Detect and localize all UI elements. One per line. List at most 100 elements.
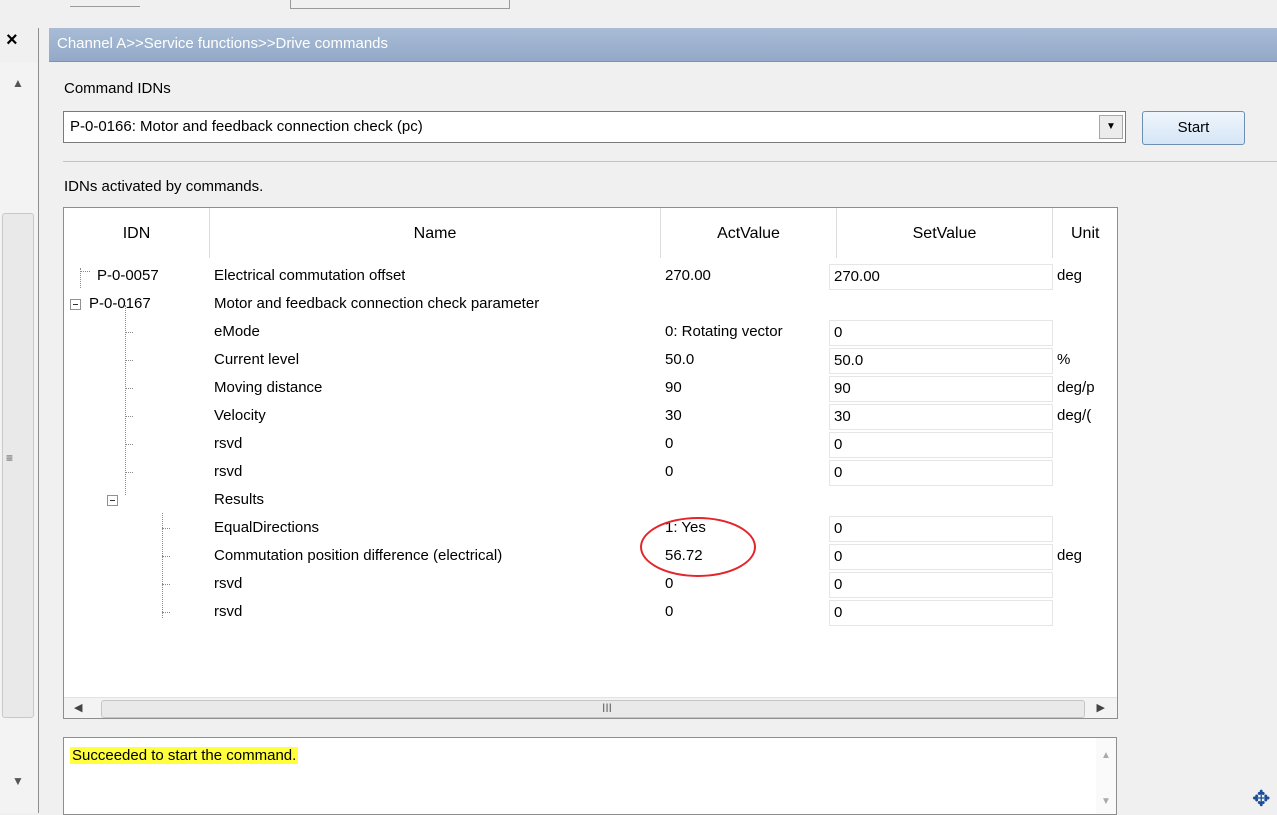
collapse-icon[interactable] <box>70 299 81 310</box>
toolbar-combo[interactable] <box>290 0 510 9</box>
actvalue-cell: 50.0 <box>665 351 695 368</box>
scroll-up-icon[interactable]: ▲ <box>1101 750 1111 761</box>
name-cell: Commutation position difference (electri… <box>214 547 503 564</box>
status-message: Succeeded to start the command. <box>70 747 299 764</box>
table-row[interactable]: rsvd 0 0 <box>64 458 1117 486</box>
name-cell: eMode <box>214 323 260 340</box>
setvalue-field[interactable]: 0 <box>829 320 1053 346</box>
name-cell: rsvd <box>214 435 243 452</box>
column-header-unit[interactable]: Unit <box>1053 208 1117 258</box>
scrollbar-thumb[interactable] <box>2 213 34 718</box>
name-cell: rsvd <box>214 575 243 592</box>
table-row[interactable]: rsvd 0 0 <box>64 570 1117 598</box>
actvalue-cell: 0 <box>665 575 674 592</box>
setvalue-field[interactable]: 0 <box>829 432 1053 458</box>
unit-cell: deg/p <box>1057 379 1095 396</box>
scroll-grip-icon: ≡ <box>6 451 14 465</box>
tree-line <box>125 388 133 389</box>
horizontal-scrollbar[interactable]: ◀ III ▶ <box>64 697 1117 718</box>
setvalue-field[interactable]: 0 <box>829 572 1053 598</box>
idn-cell: P-0-0057 <box>97 267 159 284</box>
scroll-left-icon[interactable]: ◀ <box>74 701 82 714</box>
tree-line <box>162 584 170 585</box>
toolbar-strip <box>0 0 1277 12</box>
tree-line <box>125 444 133 445</box>
column-header-actvalue[interactable]: ActValue <box>661 208 837 258</box>
name-cell: Moving distance <box>214 379 323 396</box>
setvalue-text: 270.00 <box>834 268 880 285</box>
setvalue-field[interactable]: 0 <box>829 460 1053 486</box>
name-cell: Motor and feedback connection check para… <box>214 295 540 312</box>
divider <box>38 28 39 813</box>
command-idn-value: P-0-0166: Motor and feedback connection … <box>70 118 423 135</box>
scroll-up-icon[interactable]: ▲ <box>12 76 24 90</box>
setvalue-text: 0 <box>834 576 843 593</box>
setvalue-text: 0 <box>834 548 843 565</box>
table-row[interactable]: P-0-0057 Electrical commutation offset 270… <box>64 262 1117 290</box>
setvalue-text: 0 <box>834 604 843 621</box>
table-row[interactable]: EqualDirections 1: Yes 0 <box>64 514 1117 542</box>
actvalue-cell: 0 <box>665 435 674 452</box>
name-cell: EqualDirections <box>214 519 320 536</box>
setvalue-text: 90 <box>834 380 851 397</box>
idn-cell: P-0-0167 <box>89 295 151 312</box>
table-row[interactable]: Results <box>64 486 1117 514</box>
table-row[interactable]: Commutation position difference (electri… <box>64 542 1117 570</box>
move-icon[interactable]: ✥ <box>1252 786 1270 812</box>
table-row[interactable]: P-0-0167 Motor and feedback connection ch… <box>64 290 1117 318</box>
left-scrollbar[interactable]: ▲ ≡ ▼ <box>0 62 38 813</box>
breadcrumb-text: Channel A>>Service functions>>Drive comm… <box>57 35 389 52</box>
scroll-down-icon[interactable]: ▼ <box>12 774 24 788</box>
table-row[interactable]: eMode 0: Rotating vector 0 <box>64 318 1117 346</box>
setvalue-text: 50.0 <box>834 352 864 369</box>
scroll-right-icon[interactable]: ▶ <box>1097 701 1105 714</box>
tree-line <box>162 612 170 613</box>
tree-line <box>125 360 133 361</box>
unit-cell: deg/( <box>1057 407 1092 424</box>
toolbar-item[interactable] <box>70 0 140 7</box>
unit-cell: deg <box>1057 267 1083 284</box>
command-idn-select[interactable]: P-0-0166: Motor and feedback connection … <box>63 111 1126 143</box>
actvalue-cell: 0 <box>665 463 674 480</box>
setvalue-field[interactable]: 0 <box>829 516 1053 542</box>
table-row[interactable]: Current level 50.0 50.0% <box>64 346 1117 374</box>
actvalue-cell: 270.00 <box>665 267 711 284</box>
name-cell: rsvd <box>214 603 243 620</box>
setvalue-field[interactable]: 0 <box>829 600 1053 626</box>
chevron-down-icon[interactable]: ▼ <box>1099 115 1123 139</box>
status-output[interactable]: Succeeded to start the command. ▲ ▼ <box>63 737 1117 815</box>
actvalue-cell: 0 <box>665 603 674 620</box>
scroll-down-icon[interactable]: ▼ <box>1101 796 1111 807</box>
table-row[interactable]: rsvd 0 0 <box>64 430 1117 458</box>
name-cell: Results <box>214 491 265 508</box>
actvalue-cell: 90 <box>665 379 682 396</box>
setvalue-field[interactable]: 90 <box>829 376 1053 402</box>
tree-line <box>162 556 170 557</box>
table-row[interactable]: Moving distance 90 90 deg/p <box>64 374 1117 402</box>
column-header-setvalue[interactable]: SetValue <box>837 208 1053 258</box>
actvalue-cell: 0: Rotating vector <box>665 323 783 340</box>
status-scrollbar[interactable]: ▲ ▼ <box>1096 738 1116 814</box>
setvalue-field[interactable]: 50.0 <box>829 348 1053 374</box>
table-row[interactable]: Velocity 30 30 deg/( <box>64 402 1117 430</box>
setvalue-field[interactable]: 30 <box>829 404 1053 430</box>
collapse-icon[interactable] <box>107 495 118 506</box>
table-row[interactable]: rsvd 0 0 <box>64 598 1117 626</box>
column-header-idn[interactable]: IDN <box>64 208 210 258</box>
close-icon[interactable]: × <box>6 30 18 50</box>
tree-line <box>125 472 133 473</box>
idn-grid[interactable]: IDN Name ActValue SetValue Unit P-0-0057… <box>63 207 1118 719</box>
setvalue-field[interactable]: 0 <box>829 544 1053 570</box>
name-cell: Current level <box>214 351 300 368</box>
setvalue-field[interactable]: 270.00 <box>829 264 1053 290</box>
start-button[interactable]: Start <box>1142 111 1245 145</box>
command-idns-label: Command IDNs <box>64 80 171 97</box>
divider <box>63 161 1277 162</box>
column-header-name[interactable]: Name <box>210 208 661 258</box>
scrollbar-thumb[interactable]: III <box>101 700 1085 718</box>
name-cell: rsvd <box>214 463 243 480</box>
scroll-grip: III <box>602 701 613 715</box>
name-cell: Electrical commutation offset <box>214 267 406 284</box>
setvalue-text: 0 <box>834 464 843 481</box>
actvalue-cell: 30 <box>665 407 682 424</box>
